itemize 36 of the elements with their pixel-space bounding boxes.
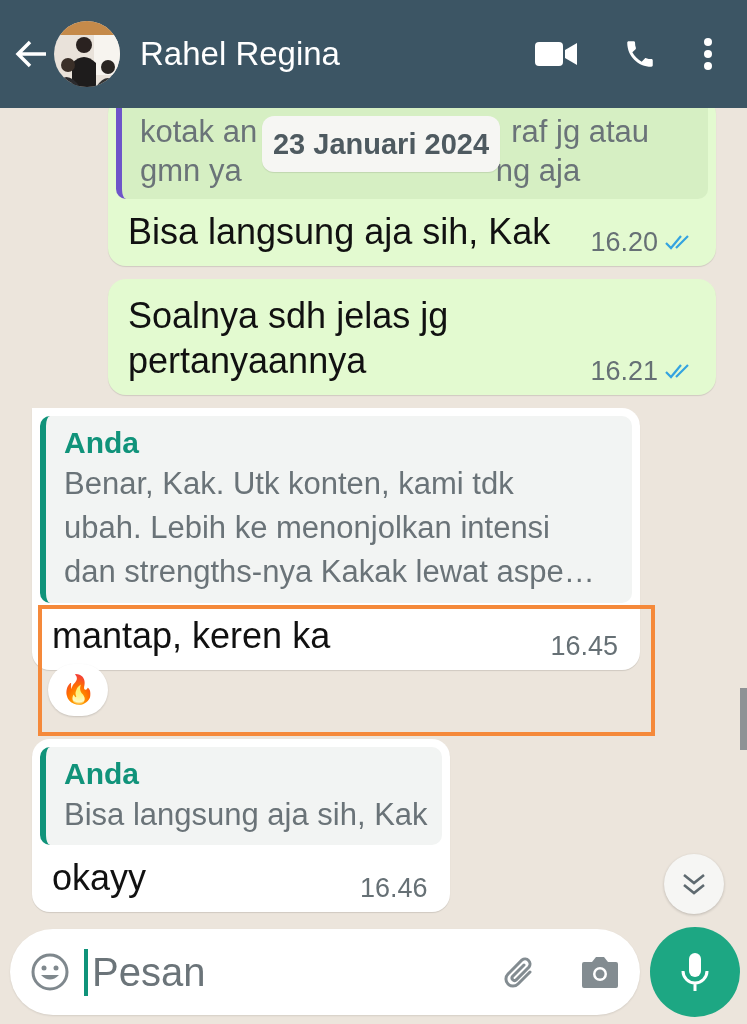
- quote-text: kotak an: [140, 113, 258, 150]
- back-arrow-icon: [14, 39, 48, 69]
- scrollbar-thumb[interactable]: [740, 688, 747, 750]
- message-time: 16.46: [360, 873, 428, 904]
- message-text: Soalnya sdh jelas jg pertanyaannya: [128, 294, 449, 381]
- message-text: okayy: [52, 857, 147, 898]
- quote-text: Benar, Kak. Utk konten, kami tdk: [64, 464, 515, 503]
- quote-author: Anda: [64, 756, 140, 791]
- quote-author: Anda: [64, 425, 140, 460]
- message-bubble[interactable]: Anda Benar, Kak. Utk konten, kami tdk ubah. Lebih ke menonjolkan intensi dan strengths-nya Kakak lewat aspe… mantap, keren ka 16.45: [32, 407, 640, 670]
- microphone-icon: [680, 951, 710, 993]
- video-camera-icon: [535, 40, 577, 68]
- back-button[interactable]: [14, 39, 48, 69]
- emoji-icon[interactable]: [30, 952, 70, 992]
- camera-icon[interactable]: [580, 954, 620, 990]
- message-bubble[interactable]: Anda Bisa langsung aja sih, Kak okayy 16.46: [32, 738, 450, 912]
- quote-text: gmn ya: [140, 153, 242, 189]
- message-bubble[interactable]: Soalnya sdh jelas jg pertanyaannya 16.21: [108, 278, 716, 395]
- message-text: mantap, keren ka: [52, 614, 331, 656]
- more-options-button[interactable]: [703, 37, 713, 71]
- message-field[interactable]: Pesan: [10, 929, 640, 1015]
- quoted-message[interactable]: Anda Bisa langsung aja sih, Kak: [40, 746, 442, 845]
- scroll-down-button[interactable]: [664, 854, 724, 914]
- quoted-message[interactable]: Anda Benar, Kak. Utk konten, kami tdk ubah. Lebih ke menonjolkan intensi dan strengths-nya Kakak lewat aspe…: [40, 415, 632, 603]
- quote-text: Bisa langsung aja sih, Kak: [64, 795, 428, 834]
- video-call-button[interactable]: [535, 40, 577, 68]
- quote-text: dan strengths-nya Kakak lewat aspe…: [64, 553, 596, 592]
- chevrons-down-icon: [681, 872, 707, 896]
- message-time: 16.21: [590, 355, 658, 387]
- message-time: 16.45: [550, 630, 618, 662]
- contact-name[interactable]: Rahel Regina: [140, 35, 535, 73]
- message-time: 16.20: [590, 226, 658, 258]
- message-text: Bisa langsung aja sih, Kak: [128, 210, 551, 252]
- quote-text: raf jg atau: [511, 113, 650, 150]
- quote-text: ubah. Lebih ke menonjolkan intensi: [64, 509, 551, 548]
- more-options-icon: [703, 37, 713, 71]
